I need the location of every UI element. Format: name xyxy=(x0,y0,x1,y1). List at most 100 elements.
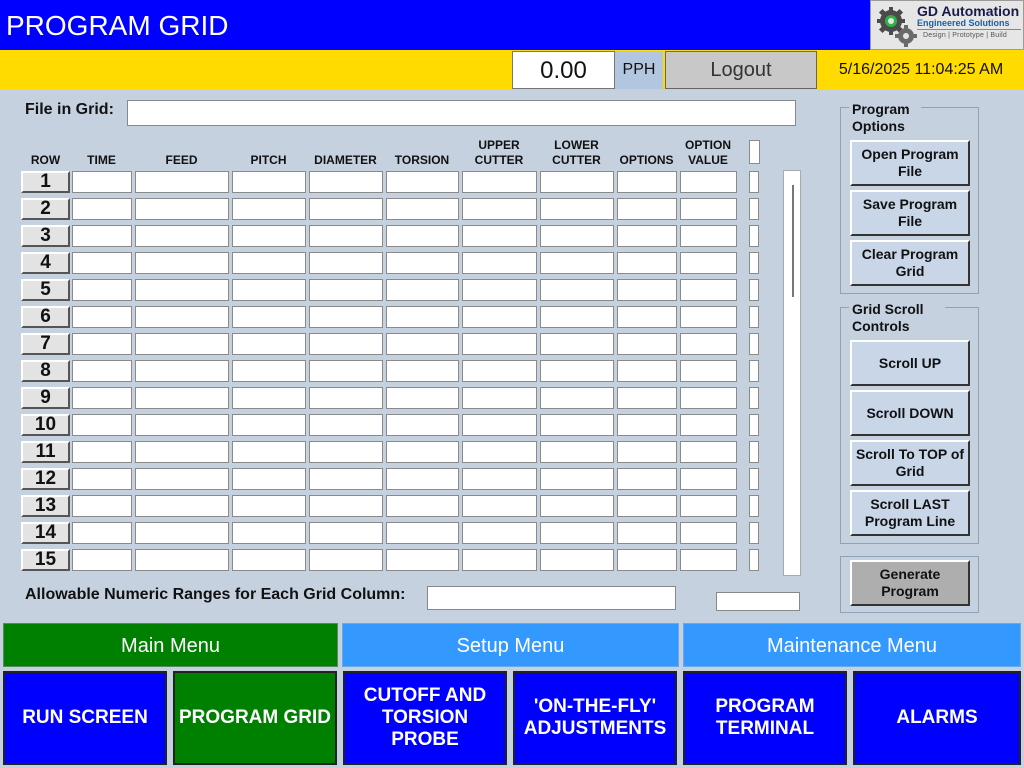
grid-cell-options[interactable] xyxy=(617,279,677,301)
grid-cell-lower-cutter[interactable] xyxy=(540,522,614,544)
grid-cell-feed[interactable] xyxy=(135,279,229,301)
nav-run-screen-button[interactable]: RUN SCREEN xyxy=(3,671,167,765)
grid-cell-upper-cutter[interactable] xyxy=(462,414,537,436)
grid-cell-feed[interactable] xyxy=(135,387,229,409)
grid-cell-feed[interactable] xyxy=(135,441,229,463)
row-select-checkbox[interactable] xyxy=(749,360,759,382)
grid-cell-options[interactable] xyxy=(617,414,677,436)
row-select-checkbox[interactable] xyxy=(749,522,759,544)
grid-cell-upper-cutter[interactable] xyxy=(462,468,537,490)
nav-cutoff-torsion-probe-button[interactable]: CUTOFF AND TORSION PROBE xyxy=(343,671,507,765)
grid-cell-torsion[interactable] xyxy=(386,333,459,355)
maintenance-menu-header[interactable]: Maintenance Menu xyxy=(683,623,1021,667)
grid-cell-feed[interactable] xyxy=(135,360,229,382)
grid-cell-options[interactable] xyxy=(617,360,677,382)
grid-cell-pitch[interactable] xyxy=(232,171,306,193)
grid-cell-pitch[interactable] xyxy=(232,441,306,463)
grid-cell-diameter[interactable] xyxy=(309,441,383,463)
logout-button[interactable]: Logout xyxy=(665,51,817,89)
grid-cell-upper-cutter[interactable] xyxy=(462,171,537,193)
grid-cell-pitch[interactable] xyxy=(232,495,306,517)
grid-cell-lower-cutter[interactable] xyxy=(540,333,614,355)
grid-cell-time[interactable] xyxy=(72,495,132,517)
grid-cell-time[interactable] xyxy=(72,387,132,409)
grid-cell-lower-cutter[interactable] xyxy=(540,441,614,463)
grid-cell-torsion[interactable] xyxy=(386,414,459,436)
grid-cell-feed[interactable] xyxy=(135,198,229,220)
row-select-checkbox[interactable] xyxy=(749,441,759,463)
grid-cell-feed[interactable] xyxy=(135,333,229,355)
grid-cell-lower-cutter[interactable] xyxy=(540,171,614,193)
grid-cell-upper-cutter[interactable] xyxy=(462,549,537,571)
grid-cell-lower-cutter[interactable] xyxy=(540,279,614,301)
nav-program-grid-button[interactable]: PROGRAM GRID xyxy=(173,671,337,765)
clear-program-grid-button[interactable]: Clear Program Grid xyxy=(850,240,970,286)
grid-cell-upper-cutter[interactable] xyxy=(462,225,537,247)
grid-cell-diameter[interactable] xyxy=(309,468,383,490)
grid-cell-lower-cutter[interactable] xyxy=(540,306,614,328)
grid-cell-torsion[interactable] xyxy=(386,198,459,220)
grid-cell-time[interactable] xyxy=(72,306,132,328)
grid-cell-torsion[interactable] xyxy=(386,495,459,517)
grid-cell-options[interactable] xyxy=(617,468,677,490)
grid-cell-option-value[interactable] xyxy=(680,414,737,436)
save-program-file-button[interactable]: Save Program File xyxy=(850,190,970,236)
grid-cell-pitch[interactable] xyxy=(232,414,306,436)
nav-alarms-button[interactable]: ALARMS xyxy=(853,671,1021,765)
grid-cell-option-value[interactable] xyxy=(680,252,737,274)
scroll-to-top-button[interactable]: Scroll To TOP of Grid xyxy=(850,440,970,486)
row-select-checkbox[interactable] xyxy=(749,225,759,247)
grid-cell-pitch[interactable] xyxy=(232,252,306,274)
grid-cell-lower-cutter[interactable] xyxy=(540,252,614,274)
grid-cell-upper-cutter[interactable] xyxy=(462,279,537,301)
grid-cell-option-value[interactable] xyxy=(680,333,737,355)
grid-cell-time[interactable] xyxy=(72,279,132,301)
grid-cell-lower-cutter[interactable] xyxy=(540,468,614,490)
grid-cell-option-value[interactable] xyxy=(680,387,737,409)
grid-cell-torsion[interactable] xyxy=(386,522,459,544)
grid-cell-option-value[interactable] xyxy=(680,468,737,490)
row-select-checkbox[interactable] xyxy=(749,252,759,274)
grid-cell-feed[interactable] xyxy=(135,522,229,544)
grid-cell-time[interactable] xyxy=(72,414,132,436)
grid-cell-option-value[interactable] xyxy=(680,495,737,517)
grid-cell-pitch[interactable] xyxy=(232,468,306,490)
grid-cell-diameter[interactable] xyxy=(309,414,383,436)
grid-cell-options[interactable] xyxy=(617,387,677,409)
grid-cell-time[interactable] xyxy=(72,198,132,220)
grid-cell-options[interactable] xyxy=(617,198,677,220)
grid-cell-torsion[interactable] xyxy=(386,387,459,409)
grid-cell-time[interactable] xyxy=(72,441,132,463)
grid-cell-option-value[interactable] xyxy=(680,306,737,328)
grid-cell-upper-cutter[interactable] xyxy=(462,306,537,328)
grid-cell-upper-cutter[interactable] xyxy=(462,441,537,463)
scrollbar-thumb[interactable] xyxy=(792,185,794,297)
grid-cell-diameter[interactable] xyxy=(309,171,383,193)
grid-cell-lower-cutter[interactable] xyxy=(540,414,614,436)
grid-cell-options[interactable] xyxy=(617,306,677,328)
grid-cell-options[interactable] xyxy=(617,171,677,193)
grid-cell-diameter[interactable] xyxy=(309,279,383,301)
grid-cell-option-value[interactable] xyxy=(680,360,737,382)
grid-cell-pitch[interactable] xyxy=(232,306,306,328)
row-select-checkbox[interactable] xyxy=(749,306,759,328)
grid-cell-torsion[interactable] xyxy=(386,252,459,274)
grid-cell-options[interactable] xyxy=(617,333,677,355)
grid-cell-options[interactable] xyxy=(617,252,677,274)
grid-cell-upper-cutter[interactable] xyxy=(462,198,537,220)
grid-cell-time[interactable] xyxy=(72,225,132,247)
grid-cell-torsion[interactable] xyxy=(386,360,459,382)
grid-cell-feed[interactable] xyxy=(135,252,229,274)
grid-cell-pitch[interactable] xyxy=(232,522,306,544)
grid-cell-diameter[interactable] xyxy=(309,333,383,355)
grid-cell-pitch[interactable] xyxy=(232,549,306,571)
grid-cell-pitch[interactable] xyxy=(232,360,306,382)
row-select-checkbox[interactable] xyxy=(749,387,759,409)
grid-cell-diameter[interactable] xyxy=(309,549,383,571)
grid-cell-diameter[interactable] xyxy=(309,225,383,247)
row-select-checkbox[interactable] xyxy=(749,171,759,193)
grid-cell-option-value[interactable] xyxy=(680,522,737,544)
grid-cell-diameter[interactable] xyxy=(309,522,383,544)
row-select-checkbox[interactable] xyxy=(749,414,759,436)
grid-cell-options[interactable] xyxy=(617,495,677,517)
